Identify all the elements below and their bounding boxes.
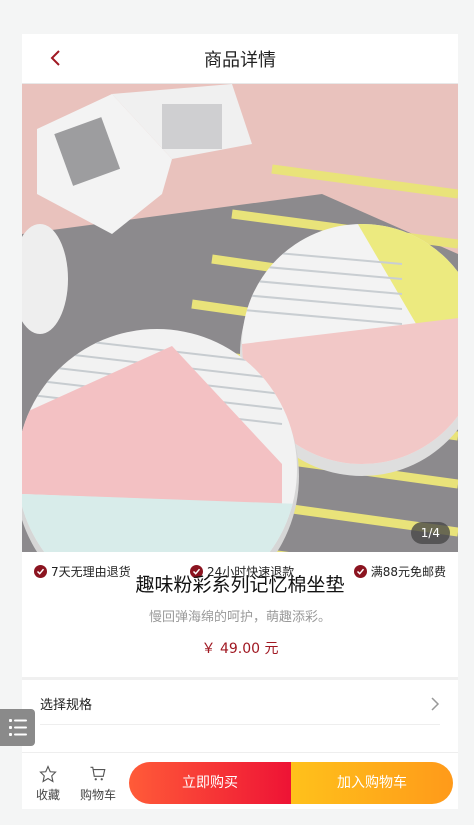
select-spec-label: 选择规格 [40,698,93,713]
favorite-button[interactable]: 收藏 [26,757,70,803]
select-spec-row[interactable]: 选择规格 [22,680,458,726]
cart-label: 购物车 [79,788,116,802]
list-icon [9,719,27,736]
page-title: 商品详情 [204,50,276,71]
image-pager-indicator: 1/4 [410,522,450,544]
product-subtitle: 慢回弹海绵的呵护，萌趣添彩。 [148,610,331,625]
product-photo [22,84,458,552]
buy-now-button[interactable]: 立即购买 [129,762,291,804]
product-price: ￥ 49.00 元 [201,641,279,657]
product-name: 趣味粉彩系列记忆棉坐垫 [135,574,345,596]
star-icon [39,765,57,783]
favorite-label: 收藏 [35,788,60,802]
cart-button[interactable]: 购物车 [76,757,120,803]
bottom-action-bar: 收藏 购物车 立即购买 加入购物车 [22,752,458,809]
top-nav-bar: 商品详情 [22,34,458,84]
floating-menu-button[interactable] [0,709,35,746]
product-image-carousel[interactable]: 1/4 [22,84,458,552]
row-divider [40,724,440,725]
chevron-right-icon [431,697,440,711]
product-detail-page: 商品详情 1/4 7天无理由退货 24小时快速退款 满88元免邮费 趣味粉彩系列… [22,34,458,809]
add-to-cart-button[interactable]: 加入购物车 [291,762,453,804]
cart-icon [90,766,106,781]
